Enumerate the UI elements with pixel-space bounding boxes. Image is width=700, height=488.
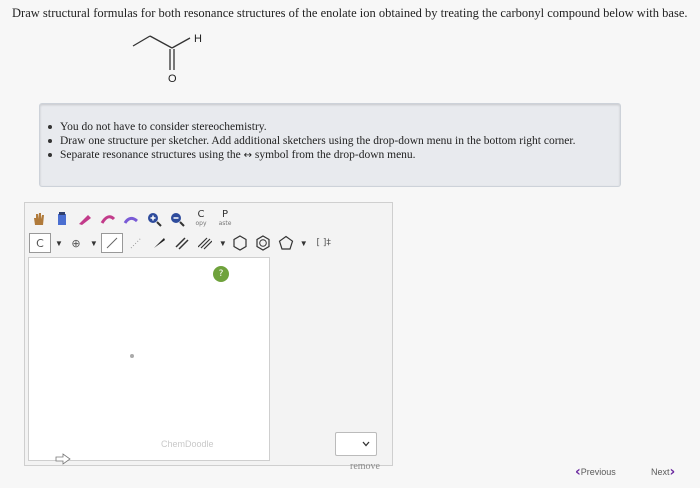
charge-button[interactable]: ⊕ bbox=[66, 233, 86, 253]
element-dropdown-icon[interactable]: ▼ bbox=[55, 239, 63, 248]
flip-icon[interactable] bbox=[121, 209, 141, 229]
chem-sketcher: Copy Paste C ▼ ⊕ ▼ ▼ ▼ []‡ ? ChemDoodle bbox=[24, 202, 393, 466]
cyclopentane-icon[interactable] bbox=[276, 233, 296, 253]
question-prompt: Draw structural formulas for both resona… bbox=[12, 6, 688, 20]
hand-icon[interactable] bbox=[29, 209, 49, 229]
sketcher-toolbar-bottom: C ▼ ⊕ ▼ ▼ ▼ [ ]‡ bbox=[29, 231, 340, 255]
note-resonance-separator: Separate resonance structures using the … bbox=[48, 148, 620, 163]
charge-dropdown-icon[interactable]: ▼ bbox=[90, 239, 98, 248]
chevron-down-icon bbox=[362, 441, 370, 447]
double-bond-icon[interactable] bbox=[172, 233, 192, 253]
oxygen-label: O bbox=[168, 73, 177, 85]
sketcher-toolbar-top: Copy Paste bbox=[29, 207, 238, 231]
paste-button[interactable]: Paste bbox=[214, 210, 236, 228]
eraser-icon[interactable] bbox=[75, 209, 95, 229]
resonance-arrow-icon: ↔ bbox=[243, 150, 253, 161]
hydrogen-label: H bbox=[194, 33, 202, 45]
wedge-bond-icon[interactable] bbox=[149, 233, 169, 253]
triple-bond-icon[interactable] bbox=[195, 233, 215, 253]
help-icon[interactable]: ? bbox=[213, 266, 229, 282]
carbonyl-structure: H O bbox=[132, 33, 202, 85]
drawing-canvas[interactable]: ? ChemDoodle bbox=[28, 257, 270, 461]
zoom-in-icon[interactable] bbox=[144, 209, 164, 229]
chemdoodle-watermark: ChemDoodle bbox=[161, 439, 214, 449]
chevron-right-icon: › bbox=[669, 464, 676, 480]
benzene-icon[interactable] bbox=[253, 233, 273, 253]
rotate-icon[interactable] bbox=[98, 209, 118, 229]
resize-handle-icon[interactable] bbox=[55, 453, 73, 465]
single-bond-icon[interactable] bbox=[100, 233, 123, 253]
ring-dropdown-icon[interactable]: ▼ bbox=[300, 239, 308, 248]
bond-dropdown-icon[interactable]: ▼ bbox=[219, 239, 227, 248]
remove-link[interactable]: remove bbox=[350, 461, 380, 472]
element-carbon-button[interactable]: C bbox=[29, 233, 51, 253]
previous-button[interactable]: ‹ Previous bbox=[575, 464, 616, 480]
canvas-cursor-dot bbox=[130, 354, 134, 358]
note-stereochemistry: You do not have to consider stereochemis… bbox=[48, 120, 620, 134]
hashed-bond-icon[interactable] bbox=[126, 233, 146, 253]
instructions-box: You do not have to consider stereochemis… bbox=[39, 103, 621, 187]
zoom-out-icon[interactable] bbox=[167, 209, 187, 229]
sketcher-options-dropdown[interactable] bbox=[335, 432, 377, 456]
next-button[interactable]: Next › bbox=[651, 464, 675, 480]
cyclohexane-icon[interactable] bbox=[230, 233, 250, 253]
note-one-structure: Draw one structure per sketcher. Add add… bbox=[48, 134, 620, 148]
lasso-icon[interactable] bbox=[52, 209, 72, 229]
copy-button[interactable]: Copy bbox=[190, 210, 212, 228]
bracket-button[interactable]: [ ]‡ bbox=[311, 233, 337, 253]
